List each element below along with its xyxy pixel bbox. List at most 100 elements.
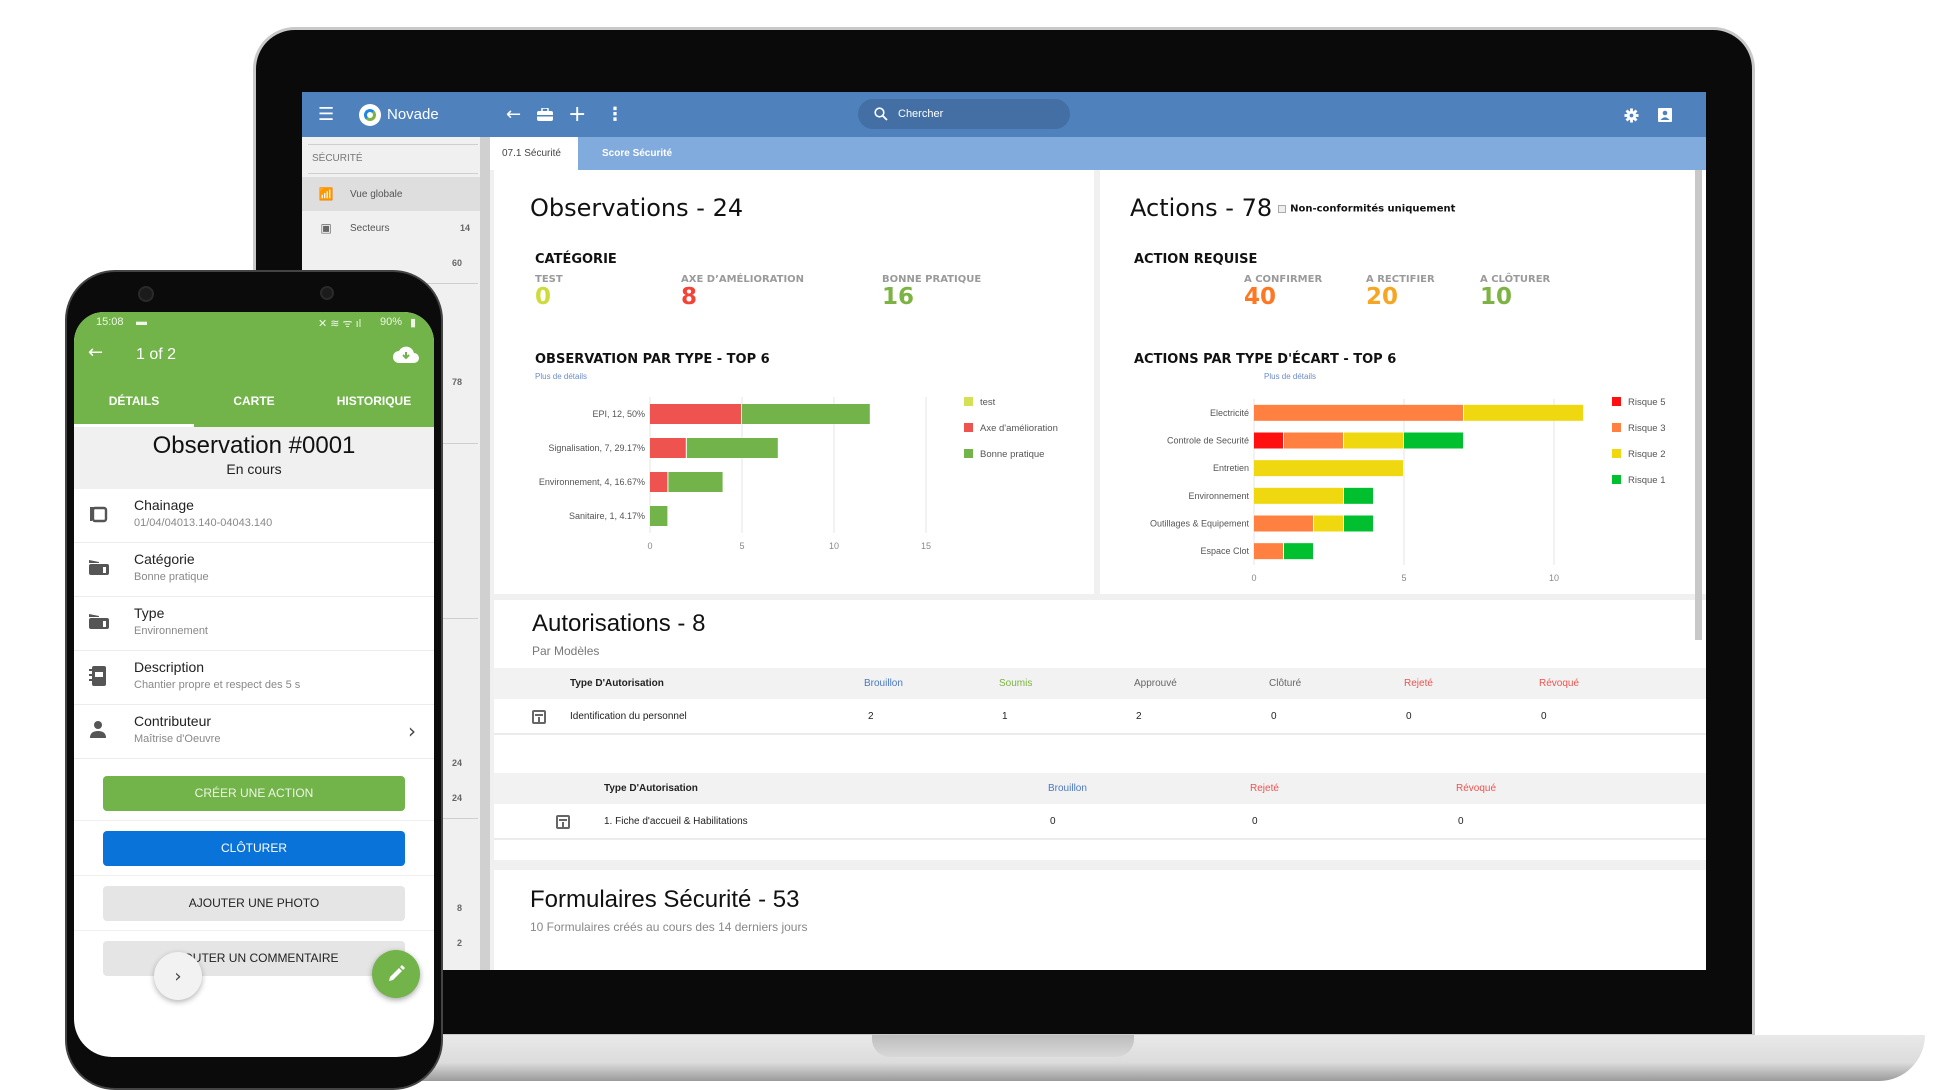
legend-swatch [964, 423, 973, 432]
bar-segment[interactable] [1344, 487, 1373, 504]
observations-panel: Observations - 24 CATÉGORIE TEST 0 AXE D… [494, 170, 1094, 594]
field-chainage[interactable]: Chainage 01/04/04013.140-04043.140 [74, 489, 434, 543]
legend-label[interactable]: Risque 5 [1628, 397, 1666, 408]
bar-segment[interactable] [650, 438, 686, 458]
user-account-icon[interactable] [1658, 92, 1672, 137]
back-arrow-icon[interactable]: ← [506, 92, 521, 137]
col-cloture[interactable]: Clôturé [1269, 668, 1301, 699]
bar-segment[interactable] [1314, 515, 1343, 532]
bar-segment[interactable] [1464, 404, 1583, 421]
bar-segment[interactable] [742, 404, 870, 424]
non-conformites-checkbox[interactable] [1278, 205, 1287, 213]
legend-label[interactable]: Risque 2 [1628, 449, 1666, 460]
tab-carte[interactable]: CARTE [194, 394, 314, 408]
add-icon[interactable]: + [568, 92, 586, 137]
col-rejete[interactable]: Rejeté [1404, 668, 1433, 699]
field-label: Chainage [134, 497, 194, 513]
legend-label[interactable]: test [980, 397, 996, 408]
bar-segment[interactable] [1254, 543, 1283, 560]
next-button[interactable]: › [154, 952, 202, 1000]
briefcase-icon[interactable] [536, 92, 554, 137]
col-soumis[interactable]: Soumis [999, 668, 1032, 699]
tab-securite[interactable]: 07.1 Sécurité [490, 137, 578, 170]
kpi-axe-value: 8 [681, 284, 698, 310]
field-categorie[interactable]: Catégorie Bonne pratique [74, 543, 434, 597]
sidebar-item-secteurs[interactable]: ▣ Secteurs 14 [302, 211, 480, 245]
message-icon: ▬ [136, 316, 147, 328]
plus-de-details-link[interactable]: Plus de détails [1264, 372, 1316, 381]
legend-label[interactable]: Bonne pratique [980, 449, 1044, 460]
col-brouillon[interactable]: Brouillon [1048, 773, 1087, 804]
cloud-download-icon[interactable] [392, 344, 420, 368]
more-vert-icon[interactable]: ⋮ [606, 92, 624, 137]
scrollbar[interactable] [1695, 170, 1702, 640]
col-approuve[interactable]: Approuvé [1134, 668, 1177, 699]
field-contributeur[interactable]: Contributeur Maîtrise d'Oeuvre › [74, 705, 434, 759]
menu-icon[interactable]: ☰ [318, 92, 334, 137]
app-bar: ☰ Novade ← + ⋮ Chercher [302, 92, 1706, 137]
search-input[interactable]: Chercher [898, 108, 943, 120]
bar-segment[interactable] [1254, 487, 1343, 504]
plus-de-details-link[interactable]: Plus de détails [535, 372, 587, 381]
bar-segment[interactable] [1254, 460, 1403, 477]
sidebar-count[interactable]: 8 [457, 903, 462, 913]
sidebar-item-label: Secteurs [350, 222, 390, 234]
tab-historique[interactable]: HISTORIQUE [314, 394, 434, 408]
tab-details[interactable]: DÉTAILS [74, 394, 194, 408]
sidebar-item-vue-globale[interactable]: 📶 Vue globale [302, 177, 480, 211]
back-arrow-icon[interactable]: ← [88, 342, 103, 363]
action-requise-heading: ACTION REQUISE [1134, 252, 1258, 267]
legend-label[interactable]: Risque 1 [1628, 475, 1666, 486]
bar-segment[interactable] [1404, 432, 1463, 449]
sidebar-count[interactable]: 2 [457, 938, 462, 948]
field-description[interactable]: Description Chantier propre et respect d… [74, 651, 434, 705]
field-value: Environnement [134, 625, 208, 637]
category-label: Environnement [1188, 491, 1249, 501]
bar-segment[interactable] [686, 438, 778, 458]
bar-segment[interactable] [1284, 543, 1313, 560]
bar-segment[interactable] [1344, 432, 1403, 449]
non-conformites-label[interactable]: Non-conformités uniquement [1290, 204, 1455, 215]
bar-segment[interactable] [1254, 404, 1463, 421]
col-type[interactable]: Type D'Autorisation [604, 773, 698, 804]
bar-segment[interactable] [650, 404, 741, 424]
chevron-right-icon[interactable]: › [408, 719, 416, 743]
cell-brouillon: 0 [1050, 816, 1056, 827]
sidebar-count[interactable]: 60 [452, 258, 462, 268]
close-button[interactable]: CLÔTURER [103, 831, 405, 866]
col-type[interactable]: Type D'Autorisation [570, 668, 664, 699]
search-bar[interactable]: Chercher [858, 99, 1070, 129]
col-revoque[interactable]: Révoqué [1456, 773, 1496, 804]
col-rejete[interactable]: Rejeté [1250, 773, 1279, 804]
x-tick-label: 0 [647, 541, 652, 551]
bar-segment[interactable] [1284, 432, 1343, 449]
bar-segment[interactable] [1254, 515, 1313, 532]
add-comment-button[interactable]: AJOUTER UN COMMENTAIRE [103, 941, 405, 976]
x-tick-label: 5 [739, 541, 744, 551]
create-action-button[interactable]: CRÉER UNE ACTION [103, 776, 405, 811]
sidebar-count[interactable]: 24 [452, 793, 462, 803]
category-label: Espace Clot [1200, 546, 1249, 556]
brand[interactable]: Novade [359, 92, 439, 137]
table-row[interactable]: Identification du personnel 2 1 2 0 0 0 [494, 699, 1706, 735]
add-photo-button[interactable]: AJOUTER UNE PHOTO [103, 886, 405, 921]
field-type[interactable]: Type Environnement [74, 597, 434, 651]
bar-segment[interactable] [650, 506, 668, 526]
sidebar-count[interactable]: 78 [452, 377, 462, 387]
legend-label[interactable]: Axe d'amélioration [980, 423, 1058, 434]
col-brouillon[interactable]: Brouillon [864, 668, 903, 699]
bar-segment[interactable] [650, 472, 668, 492]
tab-score-securite[interactable]: Score Sécurité [590, 137, 684, 170]
col-revoque[interactable]: Révoqué [1539, 668, 1579, 699]
edit-fab[interactable] [372, 950, 420, 998]
table-row[interactable]: 1. Fiche d'accueil & Habilitations 0 0 0 [494, 804, 1706, 840]
folder-icon [88, 503, 112, 525]
legend-label[interactable]: Risque 3 [1628, 423, 1666, 434]
cell-rejete: 0 [1406, 711, 1412, 722]
bar-segment[interactable] [1254, 432, 1283, 449]
sidebar-count[interactable]: 24 [452, 758, 462, 768]
bar-segment[interactable] [1344, 515, 1373, 532]
bar-segment[interactable] [668, 472, 723, 492]
gear-icon[interactable] [1624, 92, 1639, 137]
kpi-axe-label: AXE D’AMÉLIORATION [681, 274, 805, 285]
